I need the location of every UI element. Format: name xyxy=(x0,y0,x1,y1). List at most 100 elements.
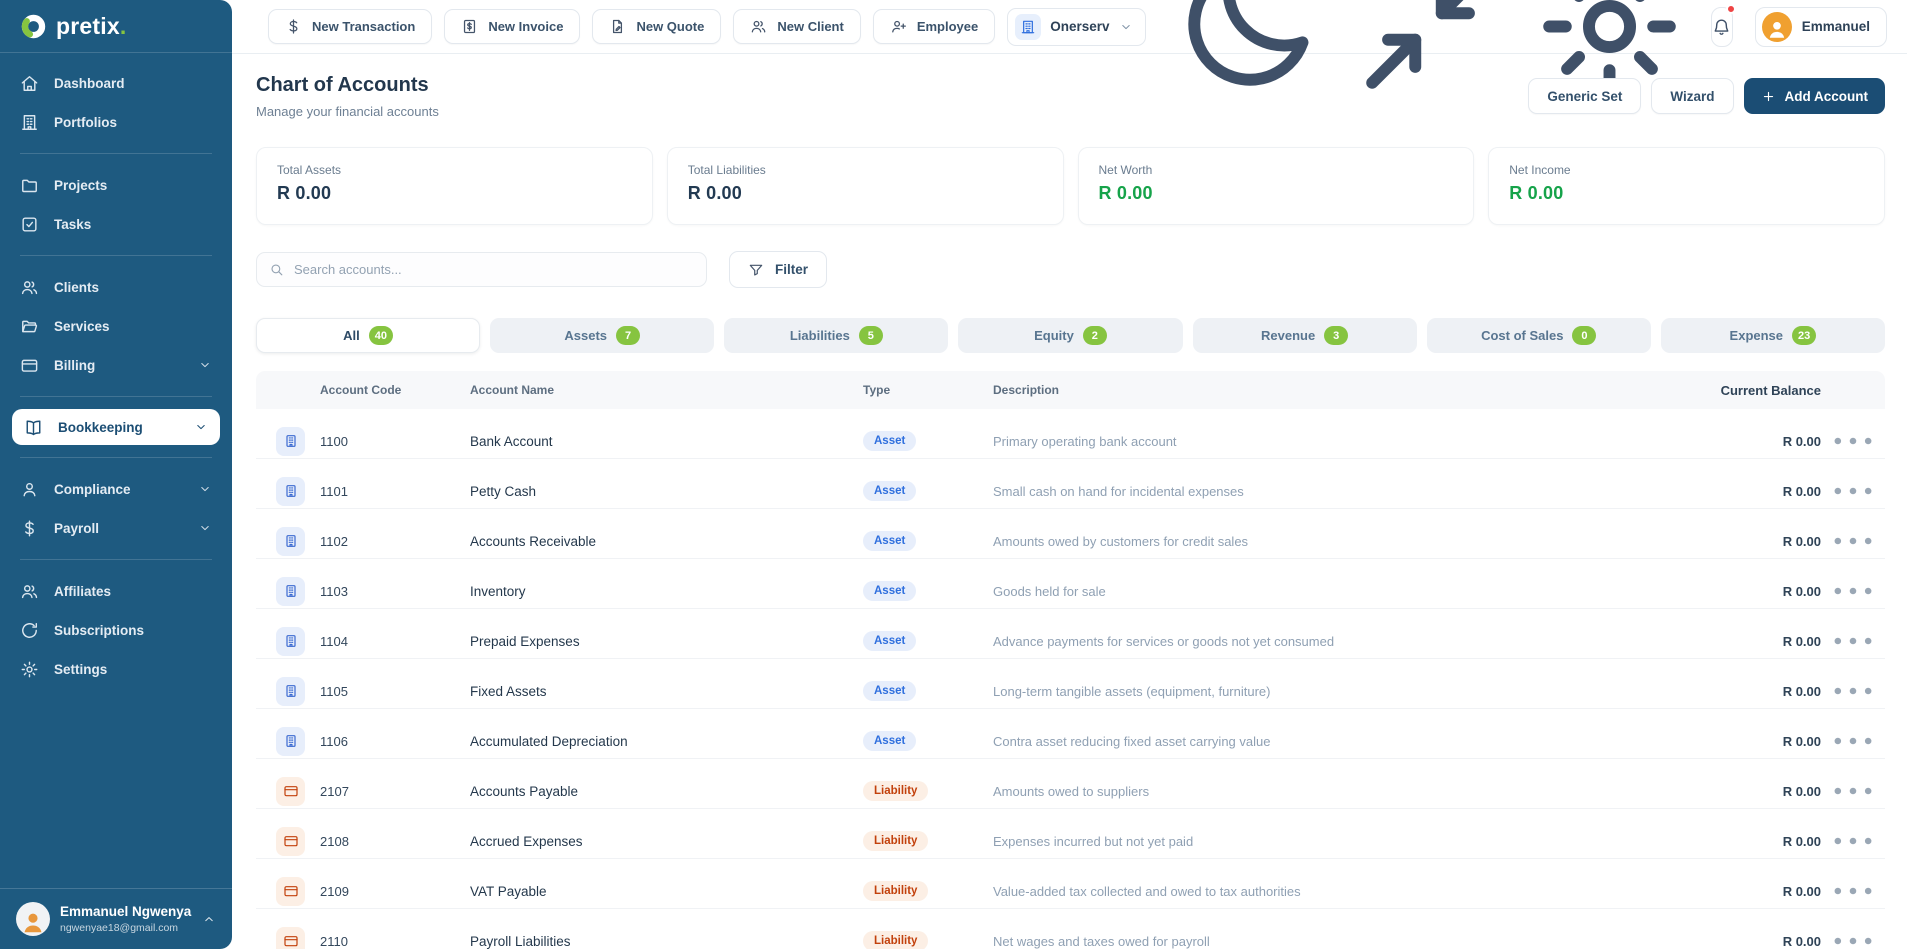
category-tab[interactable]: Liabilities 5 xyxy=(724,318,948,353)
brand-logo[interactable]: pretix. xyxy=(0,0,232,53)
topbar-action-label: New Client xyxy=(777,19,843,34)
book-open-icon xyxy=(24,418,43,437)
bank-building-icon xyxy=(283,583,299,599)
notification-dot xyxy=(1726,4,1736,14)
account-balance: R 0.00 xyxy=(1671,684,1821,699)
file-pen-icon xyxy=(609,18,626,35)
col-current-balance: Current Balance xyxy=(1671,383,1821,398)
account-description: Long-term tangible assets (equipment, fu… xyxy=(993,684,1671,699)
avatar-person-icon xyxy=(20,909,46,935)
sidebar-divider xyxy=(20,255,212,256)
chevron-down-icon xyxy=(198,521,212,535)
search-input[interactable] xyxy=(294,262,694,277)
check-square-icon xyxy=(20,215,39,234)
account-balance: R 0.00 xyxy=(1671,884,1821,899)
account-name: Payroll Liabilities xyxy=(470,934,863,949)
sidebar-item[interactable]: Projects xyxy=(0,166,232,204)
account-description: Primary operating bank account xyxy=(993,434,1671,449)
account-description: Amounts owed to suppliers xyxy=(993,784,1671,799)
account-balance: R 0.00 xyxy=(1671,834,1821,849)
filter-row: Filter xyxy=(256,251,1885,288)
row-actions-button[interactable] xyxy=(1821,909,1885,949)
topbar: New Transaction New Invoice New Quote Ne… xyxy=(232,0,1907,54)
account-name: Fixed Assets xyxy=(470,684,863,699)
table-row: 1106 Accumulated Depreciation Asset Cont… xyxy=(256,709,1885,759)
sidebar-item[interactable]: Tasks xyxy=(0,205,232,243)
account-balance: R 0.00 xyxy=(1671,634,1821,649)
stat-card: Net Income R 0.00 xyxy=(1488,147,1885,225)
filter-button[interactable]: Filter xyxy=(729,251,827,288)
page-subtitle: Manage your financial accounts xyxy=(256,104,439,119)
gear-icon xyxy=(20,660,39,679)
category-tab[interactable]: Cost of Sales 0 xyxy=(1427,318,1651,353)
sidebar-section: Compliance Payroll xyxy=(0,470,232,547)
org-selector[interactable]: Onerserv xyxy=(1007,8,1145,46)
tab-label: Cost of Sales xyxy=(1481,328,1563,343)
table-row: 2108 Accrued Expenses Liability Expenses… xyxy=(256,809,1885,859)
sidebar-item[interactable]: Dashboard xyxy=(0,64,232,102)
account-name: VAT Payable xyxy=(470,884,863,899)
topbar-action-button[interactable]: New Invoice xyxy=(444,9,580,44)
sidebar-item-label: Compliance xyxy=(54,482,131,497)
user-menu[interactable]: Emmanuel xyxy=(1755,7,1887,47)
topbar-action-button[interactable]: Employee xyxy=(873,9,995,44)
receipt-icon xyxy=(461,18,478,35)
category-tab[interactable]: Expense 23 xyxy=(1661,318,1885,353)
sidebar-item-label: Bookkeeping xyxy=(58,420,143,435)
sidebar-user-card[interactable]: Emmanuel Ngwenya ngwenyae18@gmail.com xyxy=(0,888,232,949)
account-name: Prepaid Expenses xyxy=(470,634,863,649)
type-badge: Asset xyxy=(863,681,916,701)
account-code: 1105 xyxy=(320,684,470,699)
sidebar-item-label: Dashboard xyxy=(54,76,125,91)
sidebar-item[interactable]: Settings xyxy=(0,650,232,688)
stats-row: Total Assets R 0.00 Total Liabilities R … xyxy=(256,147,1885,225)
sidebar-item-label: Settings xyxy=(54,662,107,677)
category-tab[interactable]: All 40 xyxy=(256,318,480,353)
account-name: Bank Account xyxy=(470,434,863,449)
building-icon xyxy=(1020,19,1036,35)
credit-card-icon xyxy=(283,783,299,799)
table-row: 1101 Petty Cash Asset Small cash on hand… xyxy=(256,459,1885,509)
notifications-button[interactable] xyxy=(1711,7,1733,47)
account-description: Amounts owed by customers for credit sal… xyxy=(993,534,1671,549)
category-tab[interactable]: Revenue 3 xyxy=(1193,318,1417,353)
sidebar-item-label: Projects xyxy=(54,178,107,193)
sidebar-section: Clients Services Billing xyxy=(0,268,232,384)
account-code: 1102 xyxy=(320,534,470,549)
generic-set-button[interactable]: Generic Set xyxy=(1528,78,1641,114)
avatar-person-icon xyxy=(1766,18,1788,40)
sidebar-item[interactable]: Affiliates xyxy=(0,572,232,610)
sidebar-item[interactable]: Services xyxy=(0,307,232,345)
topbar-action-button[interactable]: New Client xyxy=(733,9,860,44)
add-account-button[interactable]: Add Account xyxy=(1744,78,1886,114)
account-name: Inventory xyxy=(470,584,863,599)
topbar-action-button[interactable]: New Transaction xyxy=(268,9,432,44)
bank-building-icon xyxy=(283,433,299,449)
tab-label: Expense xyxy=(1730,328,1783,343)
sidebar-item[interactable]: Subscriptions xyxy=(0,611,232,649)
type-badge: Liability xyxy=(863,831,928,851)
tab-label: Liabilities xyxy=(790,328,850,343)
account-code: 1100 xyxy=(320,434,470,449)
sidebar-item[interactable]: Billing xyxy=(0,346,232,384)
building-icon xyxy=(20,113,39,132)
sidebar-item[interactable]: Compliance xyxy=(0,470,232,508)
sidebar-item[interactable]: Bookkeeping xyxy=(12,409,220,445)
folder-open-icon xyxy=(20,317,39,336)
category-tab[interactable]: Assets 7 xyxy=(490,318,714,353)
sidebar-item[interactable]: Portfolios xyxy=(0,103,232,141)
user-menu-label: Emmanuel xyxy=(1802,19,1870,34)
table-row: 2107 Accounts Payable Liability Amounts … xyxy=(256,759,1885,809)
topbar-action-button[interactable]: New Quote xyxy=(592,9,721,44)
sidebar-item[interactable]: Payroll xyxy=(0,509,232,547)
sidebar-item-label: Services xyxy=(54,319,110,334)
folder-icon xyxy=(20,176,39,195)
wizard-button[interactable]: Wizard xyxy=(1651,78,1733,114)
type-badge: Asset xyxy=(863,531,916,551)
topbar-action-label: New Quote xyxy=(636,19,704,34)
bank-building-icon xyxy=(283,533,299,549)
category-tab[interactable]: Equity 2 xyxy=(958,318,1182,353)
sidebar-item[interactable]: Clients xyxy=(0,268,232,306)
type-badge: Asset xyxy=(863,581,916,601)
type-badge: Liability xyxy=(863,931,928,949)
